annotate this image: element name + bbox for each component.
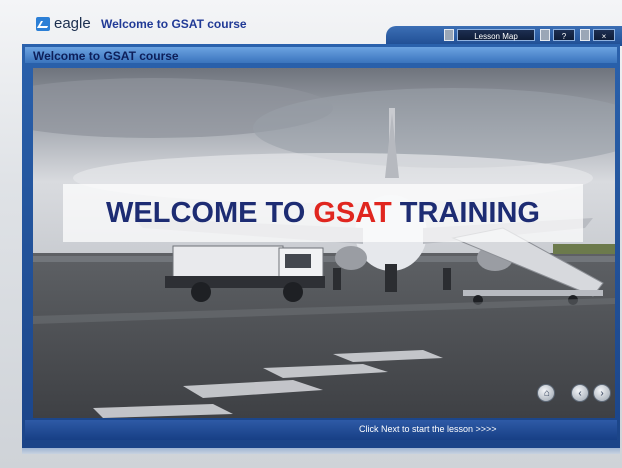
help-icon[interactable] [540,29,550,41]
banner-accent: GSAT [313,197,392,229]
eagle-logo: eagle [36,15,91,32]
back-button[interactable]: ‹ [571,384,589,402]
airport-scene [33,68,615,418]
app-window: eagle Welcome to GSAT course Lesson Map … [0,0,622,468]
title-bar: eagle Welcome to GSAT course Lesson Map … [0,0,622,46]
next-hint: Click Next to start the lesson >>>> [359,424,497,434]
banner-suffix: TRAINING [391,197,540,229]
lesson-image: WELCOME TO GSAT TRAINING [33,68,615,418]
welcome-banner-text: WELCOME TO GSAT TRAINING [63,184,583,242]
minimize-icon[interactable] [580,29,590,41]
lesson-map-icon[interactable] [444,29,454,41]
home-icon: ⌂ [544,388,551,399]
eagle-logo-icon [36,16,50,31]
lesson-header: Welcome to GSAT course [25,47,617,63]
lesson-footer: Click Next to start the lesson >>>> [25,420,617,440]
back-arrow-icon: ‹ [578,388,582,399]
course-title: Welcome to GSAT course [101,17,247,31]
next-button[interactable]: › [593,384,611,402]
lesson-frame: Welcome to GSAT course WELCOME TO GSAT T… [22,44,620,448]
help-button[interactable]: ? [553,29,575,41]
bottom-strip [22,448,620,454]
lesson-header-title: Welcome to GSAT course [33,49,179,63]
logo-text: eagle [54,15,91,32]
close-button[interactable]: × [593,29,615,41]
home-button[interactable]: ⌂ [537,384,555,402]
lesson-map-button[interactable]: Lesson Map [457,29,535,41]
banner-prefix: WELCOME TO [106,197,314,229]
welcome-banner: WELCOME TO GSAT TRAINING [63,184,583,242]
next-arrow-icon: › [600,388,604,399]
